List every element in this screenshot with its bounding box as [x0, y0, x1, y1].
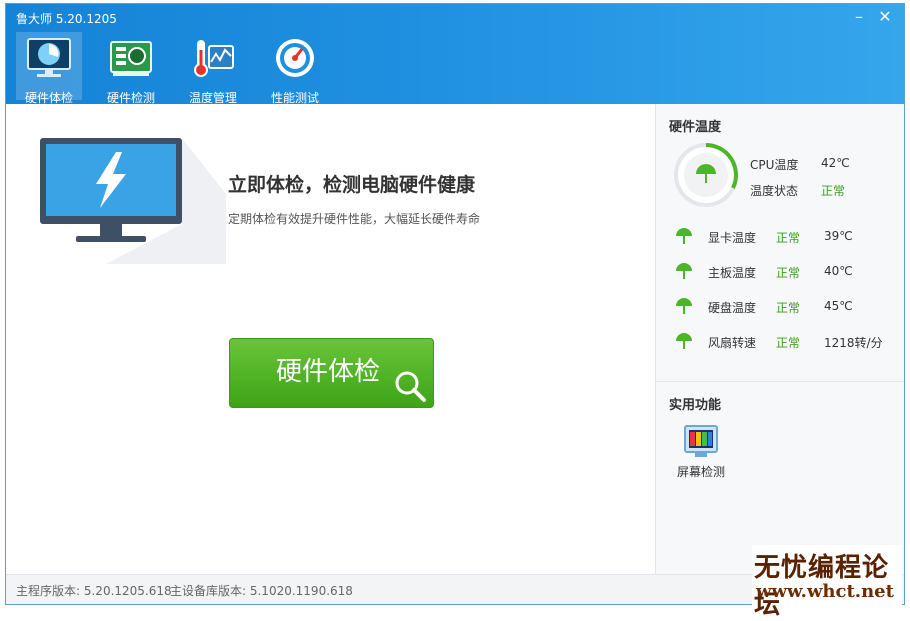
sensor-row-disk: 硬盘温度 正常 45℃ [674, 296, 904, 316]
screen-test-icon [684, 425, 718, 457]
checkup-headline: 立即体检，检测电脑硬件健康 [228, 174, 476, 196]
sensor-value: 45℃ [824, 299, 853, 313]
umbrella-icon [676, 333, 692, 349]
sensor-status: 正常 [776, 266, 801, 280]
sensor-value: 1218转/分 [824, 336, 883, 350]
sensor-status: 正常 [776, 231, 801, 245]
cpu-temp-label: CPU温度 [750, 158, 799, 172]
cpu-temp-gauge [674, 143, 738, 207]
circuit-board-icon [110, 41, 152, 76]
panel-divider [656, 381, 904, 382]
cpu-temp-value: 42℃ [821, 156, 850, 170]
tool-label: 屏幕检测 [676, 465, 725, 479]
sensor-value: 40℃ [824, 264, 853, 278]
sensor-status: 正常 [776, 301, 801, 315]
temp-status-value: 正常 [821, 184, 846, 198]
hardware-checkup-button[interactable]: 硬件体检 [229, 338, 434, 408]
monitor-checkup-icon [27, 38, 71, 77]
sensor-row-gpu: 显卡温度 正常 39℃ [674, 226, 904, 246]
minimize-icon[interactable]: – [848, 6, 870, 28]
temps-title: 硬件温度 [669, 120, 722, 135]
tab-temperature[interactable]: 温度管理 [180, 32, 246, 105]
sensor-status: 正常 [776, 336, 801, 350]
sensor-name: 主板温度 [708, 266, 757, 280]
tools-title: 实用功能 [669, 398, 722, 413]
umbrella-icon [676, 228, 692, 244]
thermometer-icon [194, 40, 234, 77]
temperature-panel: 硬件温度 CPU温度 42℃ 温度状态 正常 显卡温度 正常 39℃ 主板温度 … [655, 104, 904, 574]
checkup-subline: 定期体检有效提升硬件性能，大幅延长硬件寿命 [228, 212, 481, 226]
sensor-name: 显卡温度 [708, 231, 757, 245]
tab-hardware-checkup[interactable]: 硬件体检 [16, 32, 82, 105]
main-version: 主程序版本: 5.20.1205.618 [16, 584, 172, 598]
checkup-button-label: 硬件体检 [276, 357, 381, 387]
umbrella-icon [676, 298, 692, 314]
sensor-value: 39℃ [824, 229, 853, 243]
watermark-line2: www.whct.net [756, 581, 894, 602]
sensor-row-fan: 风扇转速 正常 1218转/分 [674, 331, 904, 351]
speedometer-icon [276, 39, 314, 77]
window-title: 鲁大师 5.20.1205 [16, 12, 117, 26]
tab-performance[interactable]: 性能测试 [262, 32, 328, 105]
sensor-name: 风扇转速 [708, 336, 757, 350]
tab-hardware-detect[interactable]: 硬件检测 [98, 32, 164, 105]
sensor-row-motherboard: 主板温度 正常 40℃ [674, 261, 904, 281]
site-watermark: 无忧编程论坛 www.whct.net [752, 545, 902, 620]
tool-screen-test[interactable]: 屏幕检测 [674, 424, 728, 480]
title-bar: 鲁大师 5.20.1205 – ✕ 硬件体检 硬件检测 温度管理 性能测试 [6, 4, 904, 105]
sensor-name: 硬盘温度 [708, 301, 757, 315]
temp-status-label: 温度状态 [750, 184, 799, 198]
app-window: 鲁大师 5.20.1205 – ✕ 硬件体检 硬件检测 温度管理 性能测试 立即… [5, 3, 905, 605]
checkup-panel: 立即体检，检测电脑硬件健康 定期体检有效提升硬件性能，大幅延长硬件寿命 硬件体检 [6, 104, 655, 574]
umbrella-icon [676, 263, 692, 279]
db-version: 主设备库版本: 5.1020.1190.618 [170, 584, 353, 598]
close-icon[interactable]: ✕ [874, 6, 896, 28]
magnifier-icon [395, 371, 426, 402]
monitor-bolt-icon [40, 138, 226, 264]
